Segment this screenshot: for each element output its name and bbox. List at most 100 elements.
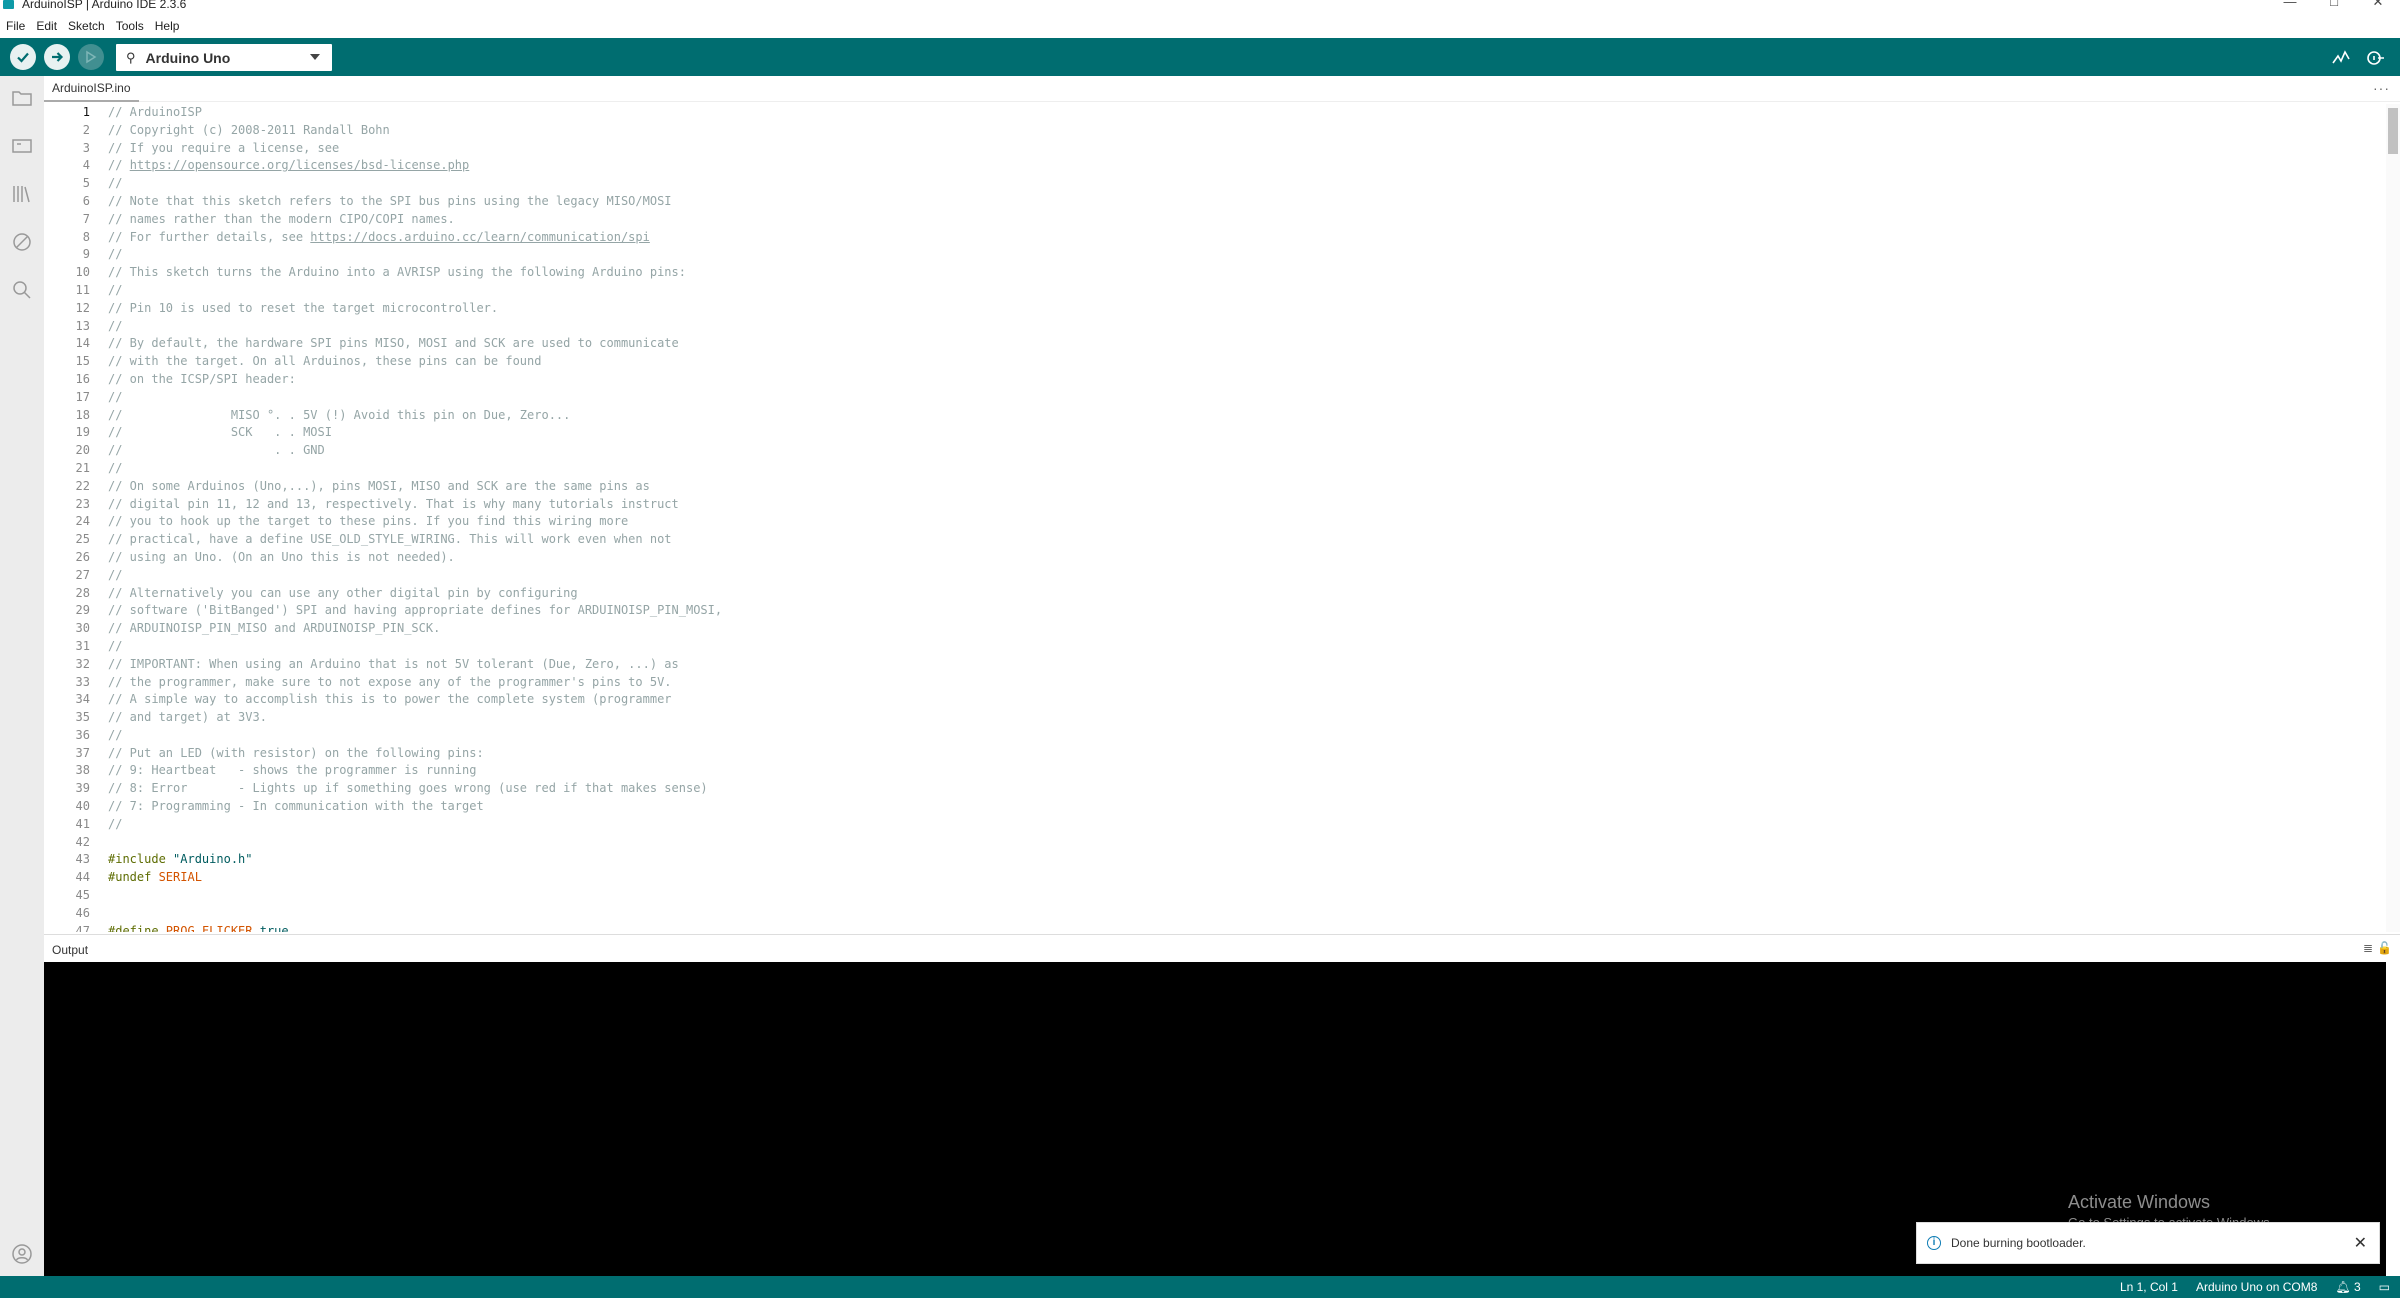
code-token-text: // — [108, 158, 130, 173]
verify-button[interactable] — [10, 44, 36, 70]
line-number: 9 — [82, 247, 90, 262]
code-line: // This sketch turns the Arduino into a … — [108, 264, 2386, 282]
code-token-text: // If you require a license, see — [108, 140, 340, 155]
tab-arduinoisp-ino[interactable]: ArduinoISP.ino — [44, 76, 139, 102]
toast-close-button[interactable]: ✕ — [2354, 1233, 2367, 1253]
upload-button[interactable] — [44, 44, 70, 70]
line-number: 38 — [75, 763, 90, 778]
boards-manager-icon[interactable] — [10, 134, 34, 158]
code-line: // Alternatively you can use any other d… — [108, 585, 2386, 603]
board-port-status[interactable]: Arduino Uno on COM8 — [2196, 1280, 2317, 1294]
code-token-str: true — [259, 923, 289, 932]
sketchbook-icon[interactable] — [10, 86, 34, 110]
line-number: 7 — [82, 211, 90, 226]
code-token-kw: #undef — [108, 870, 159, 885]
code-token-text: // ArduinoISP — [108, 105, 202, 119]
code-line: // Pin 10 is used to reset the target mi… — [108, 300, 2386, 318]
window-controls: — □ ✕ — [2268, 0, 2400, 10]
code-line: // — [108, 175, 2386, 193]
code-token-text: // on the ICSP/SPI header: — [108, 371, 296, 386]
panel-toggle-icon[interactable]: ▭ — [2379, 1280, 2390, 1294]
menu-tools[interactable]: Tools — [116, 19, 144, 33]
maximize-button[interactable]: □ — [2312, 0, 2356, 10]
code-line: // — [108, 389, 2386, 407]
code-token-text: // 9: Heartbeat - shows the programmer i… — [108, 763, 477, 778]
code-line: // SCK . . MOSI — [108, 424, 2386, 442]
code-token-text: // IMPORTANT: When using an Arduino that… — [108, 656, 679, 671]
code-line: // IMPORTANT: When using an Arduino that… — [108, 656, 2386, 674]
line-number: 44 — [75, 870, 90, 885]
line-number: 31 — [75, 638, 90, 653]
code-token-text: // Pin 10 is used to reset the target mi… — [108, 300, 499, 315]
library-manager-icon[interactable] — [10, 182, 34, 206]
line-number: 6 — [82, 193, 90, 208]
code-line: // . . GND — [108, 442, 2386, 460]
code-token-text: // By default, the hardware SPI pins MIS… — [108, 336, 679, 351]
code-line: // — [108, 816, 2386, 834]
watermark-line1: Activate Windows — [2068, 1192, 2211, 1212]
line-number: 11 — [75, 282, 90, 297]
toggle-wrap-icon[interactable]: ≣ — [2363, 941, 2373, 955]
serial-monitor-button[interactable] — [2364, 47, 2386, 69]
debug-icon — [86, 50, 97, 64]
search-icon[interactable] — [10, 278, 34, 302]
debug-icon[interactable] — [10, 230, 34, 254]
code-token-text: // — [108, 247, 123, 262]
minimize-button[interactable]: — — [2268, 0, 2312, 10]
code-line: // and target) at 3V3. — [108, 709, 2386, 727]
code-token-text: // A simple way to accomplish this is to… — [108, 692, 672, 707]
code-token-text: // Note that this sketch refers to the S… — [108, 193, 672, 208]
line-number: 21 — [75, 460, 90, 475]
serial-plotter-button[interactable] — [2330, 47, 2352, 69]
code-line: #define PROG_FLICKER true — [108, 923, 2386, 932]
menu-help[interactable]: Help — [155, 19, 180, 33]
line-number: 14 — [75, 336, 90, 351]
close-window-button[interactable]: ✕ — [2356, 0, 2400, 10]
code-token-text: // Put an LED (with resistor) on the fol… — [108, 745, 484, 760]
code-token-text: // 8: Error - Lights up if something goe… — [108, 781, 708, 796]
code-line: // A simple way to accomplish this is to… — [108, 691, 2386, 709]
editor-scrollbar[interactable] — [2386, 104, 2400, 932]
code-line: // On some Arduinos (Uno,...), pins MOSI… — [108, 478, 2386, 496]
menu-sketch[interactable]: Sketch — [68, 19, 105, 33]
line-number: 37 — [75, 745, 90, 760]
cursor-position[interactable]: Ln 1, Col 1 — [2120, 1280, 2178, 1294]
code-token-link[interactable]: https://opensource.org/licenses/bsd-lice… — [130, 158, 470, 172]
line-number: 35 — [75, 710, 90, 725]
menu-edit[interactable]: Edit — [36, 19, 57, 33]
scroll-lock-icon[interactable]: 🔓 — [2377, 941, 2392, 955]
code-token-text: // you to hook up the target to these pi… — [108, 514, 629, 529]
scroll-thumb[interactable] — [2388, 108, 2398, 154]
code-line: // — [108, 246, 2386, 264]
notifications-indicator[interactable]: 🔔︎ 3 — [2335, 1280, 2360, 1294]
line-number: 3 — [82, 140, 90, 155]
line-number: 8 — [82, 229, 90, 244]
code-line: // you to hook up the target to these pi… — [108, 513, 2386, 531]
code-line: // — [108, 282, 2386, 300]
tab-more-options[interactable]: ··· — [2373, 80, 2390, 96]
code-token-text: // using an Uno. (On an Uno this is not … — [108, 549, 455, 564]
code-token-text: // names rather than the modern CIPO/COP… — [108, 211, 455, 226]
line-number: 4 — [82, 158, 90, 173]
code-line: // — [108, 567, 2386, 585]
window-title: ArduinoISP | Arduino IDE 2.3.6 — [22, 0, 187, 11]
code-line: // https://opensource.org/licenses/bsd-l… — [108, 157, 2386, 175]
code-line: // — [108, 727, 2386, 745]
code-token-text: // Alternatively you can use any other d… — [108, 585, 578, 600]
code-token-text: // with the target. On all Arduinos, the… — [108, 354, 542, 369]
line-number: 27 — [75, 567, 90, 582]
debug-button[interactable] — [78, 44, 104, 70]
line-number: 47 — [75, 923, 90, 932]
code-line: #undef SERIAL — [108, 869, 2386, 887]
code-editor[interactable]: 1 2 3 4 5 6 7 8 9 10 11 12 13 14 15 16 17 18 19 20 21 22 23 24 2… — [44, 104, 2386, 932]
line-number: 28 — [75, 585, 90, 600]
code-token-text: // For further details, see — [108, 229, 311, 244]
code-token-text: // — [108, 318, 123, 333]
menu-file[interactable]: File — [6, 19, 25, 33]
board-selector[interactable]: ⚲ Arduino Uno — [116, 44, 332, 71]
line-number: 20 — [75, 443, 90, 458]
user-profile-icon[interactable] — [10, 1242, 34, 1266]
code-token-link[interactable]: https://docs.arduino.cc/learn/communicat… — [310, 230, 650, 244]
arrow-right-icon — [52, 52, 64, 62]
